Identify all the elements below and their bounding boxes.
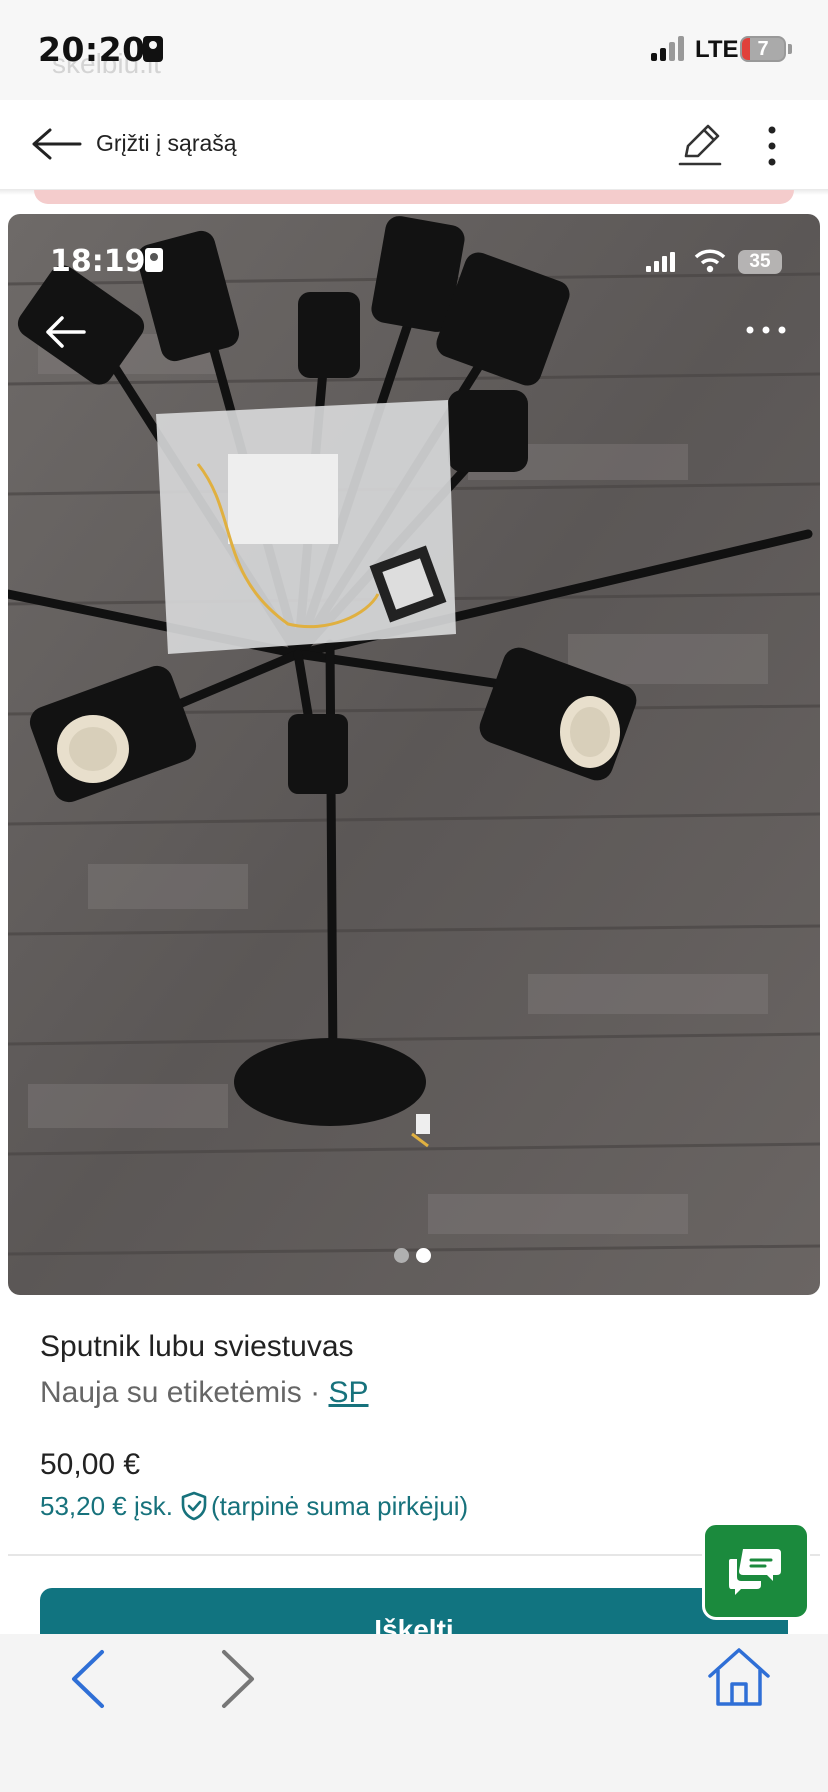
status-bar: skelbiu.lt 20:20 LTE 7 (0, 0, 828, 100)
cellular-signal-icon (651, 36, 691, 61)
buyer-price-row[interactable]: 53,20 € įsk. (tarpinė suma pirkėjui) (40, 1490, 468, 1522)
id-badge-icon (143, 36, 163, 62)
embedded-battery-level: 35 (738, 250, 782, 274)
embedded-signal-icon (646, 252, 676, 272)
pagination-dot-active[interactable] (416, 1248, 431, 1263)
listing-subtitle: Nauja su etiketėmis · SP (40, 1376, 369, 1410)
embedded-wifi-icon (694, 249, 726, 273)
seller-tag-link[interactable]: SP (328, 1376, 368, 1409)
home-icon[interactable] (706, 1646, 772, 1708)
battery-icon: 7 (740, 36, 786, 62)
browser-toolbar (0, 1634, 828, 1792)
embedded-status-time: 18:19 (50, 244, 146, 279)
buyer-price-amount: 53,20 € įsk. (40, 1490, 173, 1521)
chat-bubbles-icon (729, 1549, 781, 1595)
back-to-list-link[interactable]: Grįžti į sąrašą (96, 130, 237, 157)
arrow-left-icon[interactable] (30, 126, 82, 162)
pencil-icon[interactable] (676, 120, 724, 168)
shield-check-icon (181, 1491, 207, 1521)
arrow-left-icon (46, 316, 86, 348)
chevron-left-icon[interactable] (68, 1648, 108, 1710)
product-image (8, 214, 820, 1295)
listing-photo[interactable]: 18:19 35 (8, 214, 820, 1295)
divider (8, 1554, 820, 1556)
notice-banner-edge (34, 190, 794, 204)
pagination-dot[interactable] (394, 1248, 409, 1263)
more-horizontal-icon (746, 326, 786, 334)
condition-label: Nauja su etiketėmis (40, 1376, 302, 1409)
listing-price: 50,00 € (40, 1448, 141, 1481)
app-header: Grįžti į sąrašą (0, 100, 828, 190)
network-type: LTE (695, 36, 739, 63)
chevron-right-icon[interactable] (218, 1648, 258, 1710)
status-time: 20:20 (38, 30, 146, 69)
chat-button[interactable] (702, 1522, 810, 1620)
embedded-id-badge-icon (145, 248, 163, 272)
photo-pagination (394, 1248, 434, 1264)
more-vertical-icon[interactable] (764, 124, 780, 168)
battery-tip (788, 44, 792, 54)
listing-title: Sputnik lubu sviestuvas (40, 1330, 354, 1363)
separator-dot: · (310, 1376, 321, 1409)
buyer-price-note: (tarpinė suma pirkėjui) (210, 1490, 469, 1521)
battery-level: 7 (757, 38, 769, 60)
